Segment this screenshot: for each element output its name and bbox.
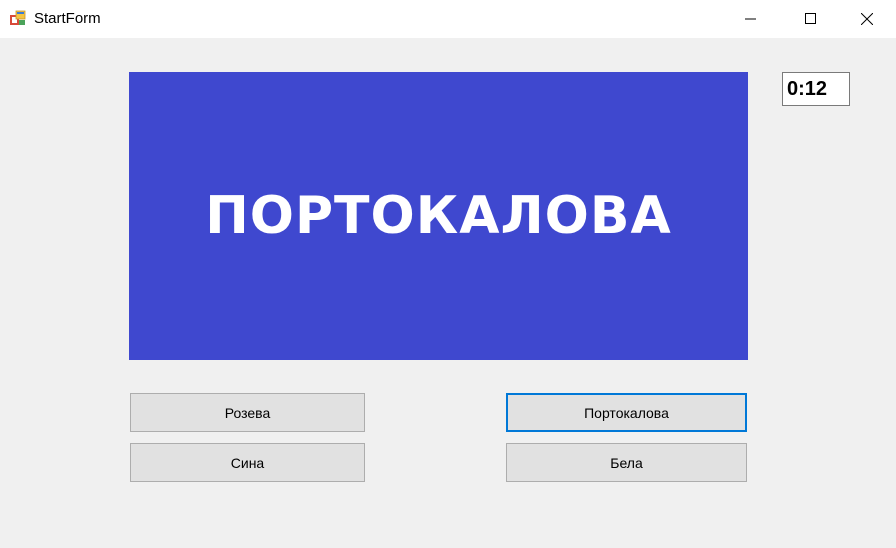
minimize-button[interactable] [726,0,776,38]
answer-button-blue[interactable]: Сина [130,443,365,482]
form-client-area: ПОРТОКАЛОВА 0:12 Розева Портокалова Сина… [0,38,896,548]
app-form-icon [10,10,26,26]
answer-button-pink[interactable]: Розева [130,393,365,432]
timer-box: 0:12 [782,72,850,106]
minimize-icon [745,18,756,20]
word-display-panel: ПОРТОКАЛОВА [129,72,748,360]
app-window: StartForm ПОРТОКАЛОВА 0:12 Розева Порток… [0,0,896,548]
maximize-button[interactable] [786,0,836,38]
close-button[interactable] [842,0,892,38]
answer-button-orange[interactable]: Портокалова [506,393,747,432]
color-word-label: ПОРТОКАЛОВА [205,186,672,246]
title-bar[interactable]: StartForm [0,0,896,38]
answer-button-white[interactable]: Бела [506,443,747,482]
close-icon [861,13,873,25]
maximize-icon [805,13,816,24]
window-title: StartForm [34,10,101,27]
